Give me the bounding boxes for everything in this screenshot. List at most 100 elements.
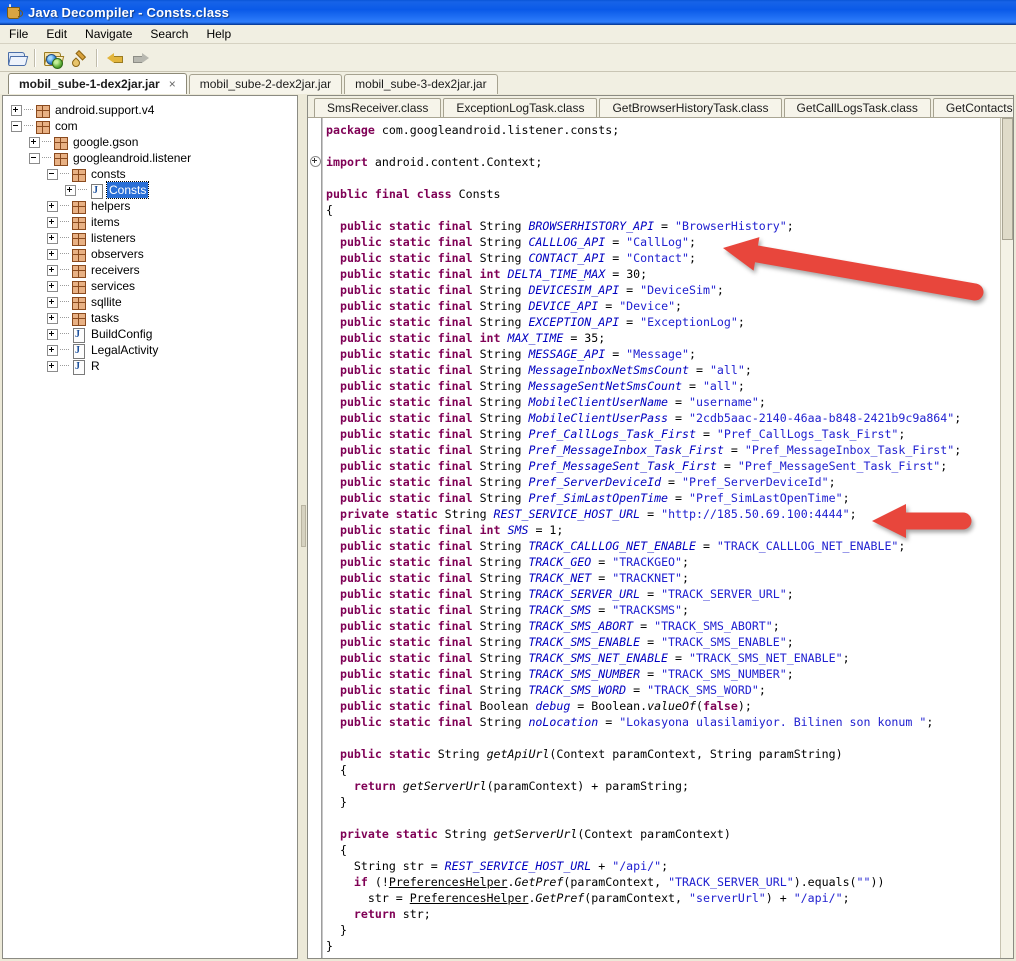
expand-toggle-icon[interactable] bbox=[47, 312, 58, 324]
tree-connector bbox=[24, 109, 33, 111]
tree-item-legalactivity[interactable]: J LegalActivity bbox=[3, 342, 297, 359]
class-tab-label: ExceptionLogTask.class bbox=[456, 101, 585, 115]
code-token-fld: TRACK_CALLLOG_NET_ENABLE bbox=[528, 539, 696, 553]
expand-toggle-icon[interactable] bbox=[47, 216, 58, 228]
split-divider[interactable] bbox=[299, 95, 306, 959]
menu-edit[interactable]: Edit bbox=[38, 26, 75, 43]
tree-item-consts[interactable]: consts bbox=[3, 166, 297, 182]
class-tab-bar[interactable]: SmsReceiver.class ExceptionLogTask.class G… bbox=[308, 96, 1013, 118]
code-token-pl: String bbox=[472, 475, 529, 489]
menu-navigate[interactable]: Navigate bbox=[77, 26, 140, 43]
expand-toggle-icon[interactable] bbox=[47, 200, 58, 212]
code-line: } bbox=[326, 922, 1001, 938]
preferences-button[interactable] bbox=[67, 46, 91, 70]
source-view[interactable]: package com.googleandroid.listener.const… bbox=[308, 118, 1013, 958]
menu-help[interactable]: Help bbox=[198, 26, 239, 43]
package-icon bbox=[71, 264, 86, 278]
scrollbar-thumb[interactable] bbox=[1002, 118, 1013, 240]
tree-connector bbox=[42, 141, 51, 143]
expand-toggle-icon[interactable] bbox=[47, 280, 58, 292]
navigate-back-button[interactable] bbox=[103, 46, 127, 70]
collapse-toggle-icon[interactable] bbox=[47, 168, 58, 180]
code-token-mth: GetPref bbox=[535, 891, 585, 905]
code-line: private static String getServerUrl(Conte… bbox=[326, 826, 1001, 842]
arrow-right-icon bbox=[133, 52, 149, 64]
tree-item-observers[interactable]: observers bbox=[3, 246, 297, 262]
expand-toggle-icon[interactable] bbox=[47, 296, 58, 308]
expand-toggle-icon[interactable] bbox=[29, 136, 40, 148]
tree-item-items[interactable]: items bbox=[3, 214, 297, 230]
class-tab-5[interactable]: GetContactsTask.cla bbox=[932, 98, 1013, 117]
open-type-button[interactable] bbox=[41, 46, 65, 70]
class-tab-label: GetCallLogsTask.class bbox=[796, 101, 918, 115]
expand-toggle-icon[interactable] bbox=[11, 104, 22, 116]
expand-toggle-icon[interactable] bbox=[47, 344, 58, 356]
jar-tab-1[interactable]: mobil_sube-1-dex2jar.jar × bbox=[8, 73, 187, 94]
tree-item-receivers[interactable]: receivers bbox=[3, 262, 297, 278]
expand-toggle-icon[interactable] bbox=[47, 264, 58, 276]
fold-toggle-import[interactable] bbox=[310, 156, 321, 167]
tree-item-android-support-v4[interactable]: android.support.v4 bbox=[3, 102, 297, 118]
code-token-fld: BROWSERHISTORY_API bbox=[528, 219, 655, 233]
code-line: public static final String TRACK_SMS_NUM… bbox=[326, 666, 1001, 682]
code-token-pl: ; bbox=[744, 363, 752, 377]
tree-item-consts[interactable]: J Consts bbox=[3, 181, 297, 199]
class-tab-2[interactable]: ExceptionLogTask.class bbox=[443, 98, 598, 117]
tree-item-helpers[interactable]: helpers bbox=[3, 198, 297, 214]
code-token-fld: CALLLOG_API bbox=[528, 235, 606, 249]
split-grip[interactable] bbox=[301, 505, 306, 547]
code-line: { bbox=[326, 842, 1001, 858]
brush-icon bbox=[70, 49, 87, 69]
class-tab-4[interactable]: GetCallLogsTask.class bbox=[783, 98, 931, 117]
jar-tab-1-close-icon[interactable]: × bbox=[169, 74, 176, 94]
class-tab-1[interactable]: SmsReceiver.class bbox=[314, 98, 442, 117]
expand-toggle-icon[interactable] bbox=[47, 232, 58, 244]
expand-toggle-icon[interactable] bbox=[47, 360, 58, 372]
tree-connector bbox=[78, 189, 87, 191]
code-token-pl: String bbox=[472, 427, 529, 441]
code-token-pl: (paramContext, bbox=[584, 891, 689, 905]
package-tree-panel[interactable]: android.support.v4 com google.gson googlean… bbox=[2, 95, 298, 959]
menu-search[interactable]: Search bbox=[142, 26, 196, 43]
code-token-fld: DEVICE_API bbox=[528, 299, 599, 313]
expand-toggle-icon[interactable] bbox=[47, 328, 58, 340]
tree-item-tasks[interactable]: tasks bbox=[3, 310, 297, 326]
code-token-kw: public static final bbox=[339, 475, 473, 489]
code-token-pl: String bbox=[472, 587, 529, 601]
open-file-button[interactable] bbox=[5, 46, 29, 70]
navigate-forward-button[interactable] bbox=[129, 46, 153, 70]
code-line: import android.content.Context; bbox=[326, 154, 1001, 170]
code-token-mth: getApiUrl bbox=[486, 747, 550, 761]
jar-tab-3[interactable]: mobil_sube-3-dex2jar.jar bbox=[344, 74, 498, 94]
expand-toggle-icon[interactable] bbox=[65, 184, 76, 196]
code-token-pl: = bbox=[654, 219, 676, 233]
package-tree[interactable]: android.support.v4 com google.gson googlean… bbox=[3, 96, 297, 375]
class-tab-3[interactable]: GetBrowserHistoryTask.class bbox=[599, 98, 782, 117]
code-token-pl: = bbox=[668, 491, 689, 505]
code-token-pl: String bbox=[472, 251, 529, 265]
source-vertical-scrollbar[interactable] bbox=[1000, 118, 1013, 958]
code-token-kw: return bbox=[353, 779, 396, 793]
tree-item-services[interactable]: services bbox=[3, 278, 297, 294]
menu-file[interactable]: File bbox=[1, 26, 36, 43]
expand-toggle-icon[interactable] bbox=[47, 248, 58, 260]
tree-item-com[interactable]: com bbox=[3, 118, 297, 134]
tree-item-google-gson[interactable]: google.gson bbox=[3, 134, 297, 150]
tree-connector bbox=[60, 221, 69, 223]
code-token-pl: = bbox=[688, 363, 710, 377]
code-token-str: "" bbox=[856, 875, 871, 889]
tree-item-buildconfig[interactable]: J BuildConfig bbox=[3, 326, 297, 343]
tree-item-listeners[interactable]: listeners bbox=[3, 230, 297, 246]
collapse-toggle-icon[interactable] bbox=[29, 152, 40, 164]
tree-item-googleandroid-listener[interactable]: googleandroid.listener bbox=[3, 150, 297, 166]
tree-item-sqllite[interactable]: sqllite bbox=[3, 294, 297, 310]
jar-tab-2[interactable]: mobil_sube-2-dex2jar.jar bbox=[188, 74, 343, 94]
code-token-lnk: PreferencesHelper bbox=[388, 875, 508, 889]
collapse-toggle-icon[interactable] bbox=[11, 120, 22, 132]
tree-item-r[interactable]: JR bbox=[3, 358, 297, 375]
code-token-kw: public final class bbox=[326, 187, 452, 201]
source-code[interactable]: package com.googleandroid.listener.const… bbox=[326, 118, 1001, 958]
